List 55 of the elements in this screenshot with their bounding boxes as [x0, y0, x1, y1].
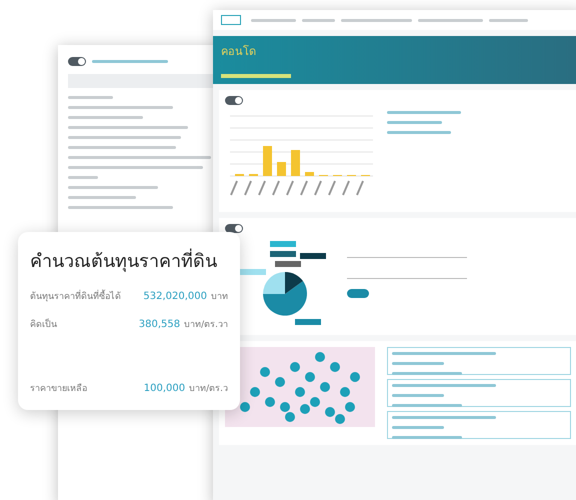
row-unit: บาท [211, 291, 228, 303]
row-value: 380,558 [138, 319, 180, 330]
row-value: 532,020,000 [143, 291, 207, 302]
axis-label-placeholder [244, 180, 252, 196]
data-label-tag [295, 319, 321, 325]
row-label: ราคาขายเหลือ [30, 382, 88, 395]
toggle-switch[interactable] [225, 224, 243, 233]
data-label-tag [270, 241, 296, 247]
text-line-placeholder [392, 404, 462, 407]
chart-bar [291, 150, 300, 176]
text-line-placeholder [392, 362, 444, 365]
chart-bar [277, 162, 286, 176]
row-unit: บาท/ตร.ว [189, 383, 228, 395]
text-line-placeholder [251, 18, 296, 22]
text-line-placeholder [418, 18, 483, 22]
data-label-tag [275, 261, 301, 267]
toggle-switch[interactable] [68, 57, 86, 66]
text-line-placeholder [340, 18, 412, 22]
tab[interactable] [221, 74, 291, 78]
axis-label-placeholder [314, 180, 322, 196]
text-line-placeholder [68, 196, 136, 199]
axis-label-placeholder [342, 180, 350, 196]
row-label: ต้นทุนราคาที่ดินที่ซื้อได้ [30, 289, 140, 303]
chart-bar [305, 172, 314, 176]
text-line-placeholder [68, 96, 113, 99]
row-unit: บาท/ตร.วา [184, 319, 228, 331]
text-line-placeholder [68, 176, 98, 179]
text-line-placeholder [387, 121, 442, 124]
calculate-button[interactable] [347, 289, 369, 298]
data-label-tag [270, 251, 296, 257]
text-line-placeholder [302, 18, 335, 22]
listing-card[interactable] [387, 411, 571, 439]
text-line-placeholder [488, 18, 528, 22]
axis-label-placeholder [272, 180, 280, 196]
chart-bar [263, 146, 272, 176]
page-title: คอนโด [221, 44, 257, 60]
axis-label-placeholder [300, 180, 308, 196]
row-value: 100,000 [144, 383, 186, 394]
axis-label-placeholder [356, 180, 364, 196]
axis-label-placeholder [230, 180, 238, 196]
axis-label-placeholder [286, 180, 294, 196]
data-label-tag [240, 269, 266, 275]
data-label-tag [300, 253, 326, 259]
text-line-placeholder [387, 131, 452, 134]
listing-card[interactable] [387, 379, 571, 407]
text-line-placeholder [392, 394, 444, 397]
listing-card[interactable] [387, 347, 571, 375]
toggle-switch[interactable] [225, 96, 243, 105]
row-label: คิดเป็น [30, 318, 58, 331]
text-line-placeholder [392, 436, 462, 439]
text-line-placeholder [392, 426, 444, 429]
text-line-placeholder [392, 372, 462, 375]
axis-label-placeholder [258, 180, 266, 196]
axis-label-placeholder [328, 180, 336, 196]
card-title: คำนวณต้นทุนราคาที่ดิน [30, 246, 228, 275]
